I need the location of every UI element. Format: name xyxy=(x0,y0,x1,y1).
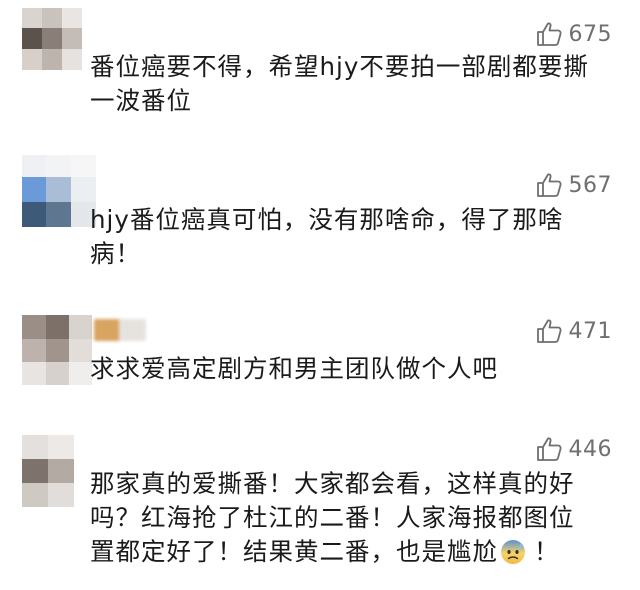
like-button[interactable]: 567 xyxy=(535,171,613,199)
thumbs-up-icon xyxy=(535,317,563,345)
thumbs-up-icon xyxy=(535,171,563,199)
like-button[interactable]: 446 xyxy=(535,435,613,463)
username-blurred[interactable] xyxy=(94,319,146,341)
comment-line: 病！ xyxy=(90,239,141,268)
comment-text: 番位癌要不得，希望hjy不要拍一部剧都要撕 一波番位 xyxy=(90,50,610,118)
thumbs-up-icon xyxy=(535,435,563,463)
like-button[interactable]: 471 xyxy=(535,317,613,345)
comment-line: 番位癌要不得，希望hjy不要拍一部剧都要撕 xyxy=(90,52,589,81)
comment-line: 置都定好了！结果黄二番，也是尴尬 ！ xyxy=(90,535,610,569)
like-count: 675 xyxy=(568,21,612,47)
comment-item: 567 hjy番位癌真可怕，没有那啥命，得了那啥 病！ xyxy=(0,145,640,293)
like-button[interactable]: 675 xyxy=(535,20,613,48)
comment-text: 那家真的爱撕番！大家都会看，这样真的好 吗？红海抢了杜江的二番！人家海报都图位 … xyxy=(90,467,610,569)
avatar[interactable] xyxy=(22,435,74,507)
comment-line: 一波番位 xyxy=(90,86,192,115)
comment-text: hjy番位癌真可怕，没有那啥命，得了那啥 病！ xyxy=(90,203,610,271)
comment-line-end: ！ xyxy=(534,537,560,566)
like-count: 471 xyxy=(568,318,612,344)
comment-text: 求求爱高定剧方和男主团队做个人吧 xyxy=(90,352,610,386)
thumbs-up-icon xyxy=(535,20,563,48)
comment-item: 471 求求爱高定剧方和男主团队做个人吧 xyxy=(0,293,640,423)
avatar[interactable] xyxy=(22,8,82,70)
comment-line: 那家真的爱撕番！大家都会看，这样真的好 xyxy=(90,469,575,498)
comment-line: 吗？红海抢了杜江的二番！人家海报都图位 xyxy=(90,503,575,532)
comment-line-text: 置都定好了！结果黄二番，也是尴尬 xyxy=(90,537,498,566)
like-count: 446 xyxy=(568,436,612,462)
comment-line: hjy番位癌真可怕，没有那啥命，得了那啥 xyxy=(90,205,564,234)
like-count: 567 xyxy=(568,172,612,198)
comment-line: 求求爱高定剧方和男主团队做个人吧 xyxy=(90,354,498,383)
avatar[interactable] xyxy=(22,315,92,385)
avatar[interactable] xyxy=(22,155,96,227)
comment-item: 446 那家真的爱撕番！大家都会看，这样真的好 吗？红海抢了杜江的二番！人家海报… xyxy=(0,423,640,590)
anxious-sweat-face-icon xyxy=(500,539,526,565)
comment-item: 675 番位癌要不得，希望hjy不要拍一部剧都要撕 一波番位 xyxy=(0,0,640,145)
